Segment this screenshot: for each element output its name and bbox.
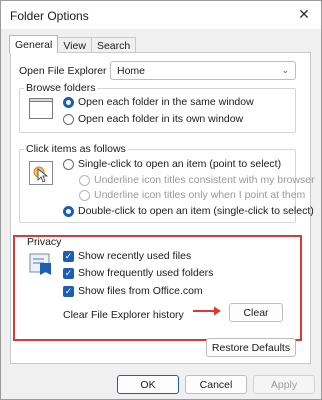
- radio-dot: [63, 96, 74, 108]
- folder-options-window: Folder Options ✕ General View Search Ope…: [0, 0, 322, 400]
- ok-button[interactable]: OK: [117, 375, 179, 394]
- radio-dot: [79, 189, 90, 201]
- radio-underline-browser[interactable]: Underline icon titles consistent with my…: [79, 174, 315, 186]
- tab-search[interactable]: Search: [90, 37, 137, 53]
- privacy-highlight-box: [13, 235, 302, 341]
- browse-folders-icon: [29, 98, 53, 119]
- radio-dot: [63, 158, 74, 170]
- click-items-title: Click items as follows: [24, 143, 128, 155]
- radio-single-click-label: Single-click to open an item (point to s…: [78, 158, 282, 170]
- open-explorer-dropdown[interactable]: Home ⌄: [110, 61, 296, 80]
- radio-same-window[interactable]: Open each folder in the same window: [63, 96, 254, 108]
- tab-view[interactable]: View: [57, 37, 92, 53]
- radio-underline-point[interactable]: Underline icon titles only when I point …: [79, 189, 305, 201]
- window-title: Folder Options: [10, 9, 89, 23]
- open-explorer-label: Open File Explorer to:: [19, 65, 122, 77]
- radio-underline-browser-label: Underline icon titles consistent with my…: [94, 174, 315, 186]
- tab-strip: General View Search: [9, 35, 137, 53]
- title-bar: Folder Options ✕: [1, 1, 321, 29]
- radio-underline-point-label: Underline icon titles only when I point …: [94, 189, 306, 201]
- mouse-pointer-icon: [29, 161, 53, 185]
- tab-general[interactable]: General: [9, 35, 59, 53]
- radio-dot: [63, 205, 74, 217]
- radio-double-click-label: Double-click to open an item (single-cli…: [78, 205, 314, 217]
- radio-same-window-label: Open each folder in the same window: [78, 96, 254, 108]
- radio-dot: [79, 174, 90, 186]
- open-explorer-value: Home: [117, 64, 146, 77]
- radio-double-click[interactable]: Double-click to open an item (single-cli…: [63, 205, 314, 217]
- radio-dot: [63, 113, 74, 125]
- cancel-button[interactable]: Cancel: [185, 375, 247, 394]
- close-icon[interactable]: ✕: [291, 3, 317, 25]
- radio-own-window-label: Open each folder in its own window: [78, 113, 244, 125]
- radio-own-window[interactable]: Open each folder in its own window: [63, 113, 243, 125]
- apply-button[interactable]: Apply: [253, 375, 315, 394]
- chevron-down-icon: ⌄: [281, 65, 289, 75]
- radio-single-click[interactable]: Single-click to open an item (point to s…: [63, 158, 281, 170]
- restore-defaults-button[interactable]: Restore Defaults: [206, 338, 296, 357]
- browse-folders-group: Browse folders: [19, 82, 296, 133]
- browse-folders-title: Browse folders: [24, 82, 98, 94]
